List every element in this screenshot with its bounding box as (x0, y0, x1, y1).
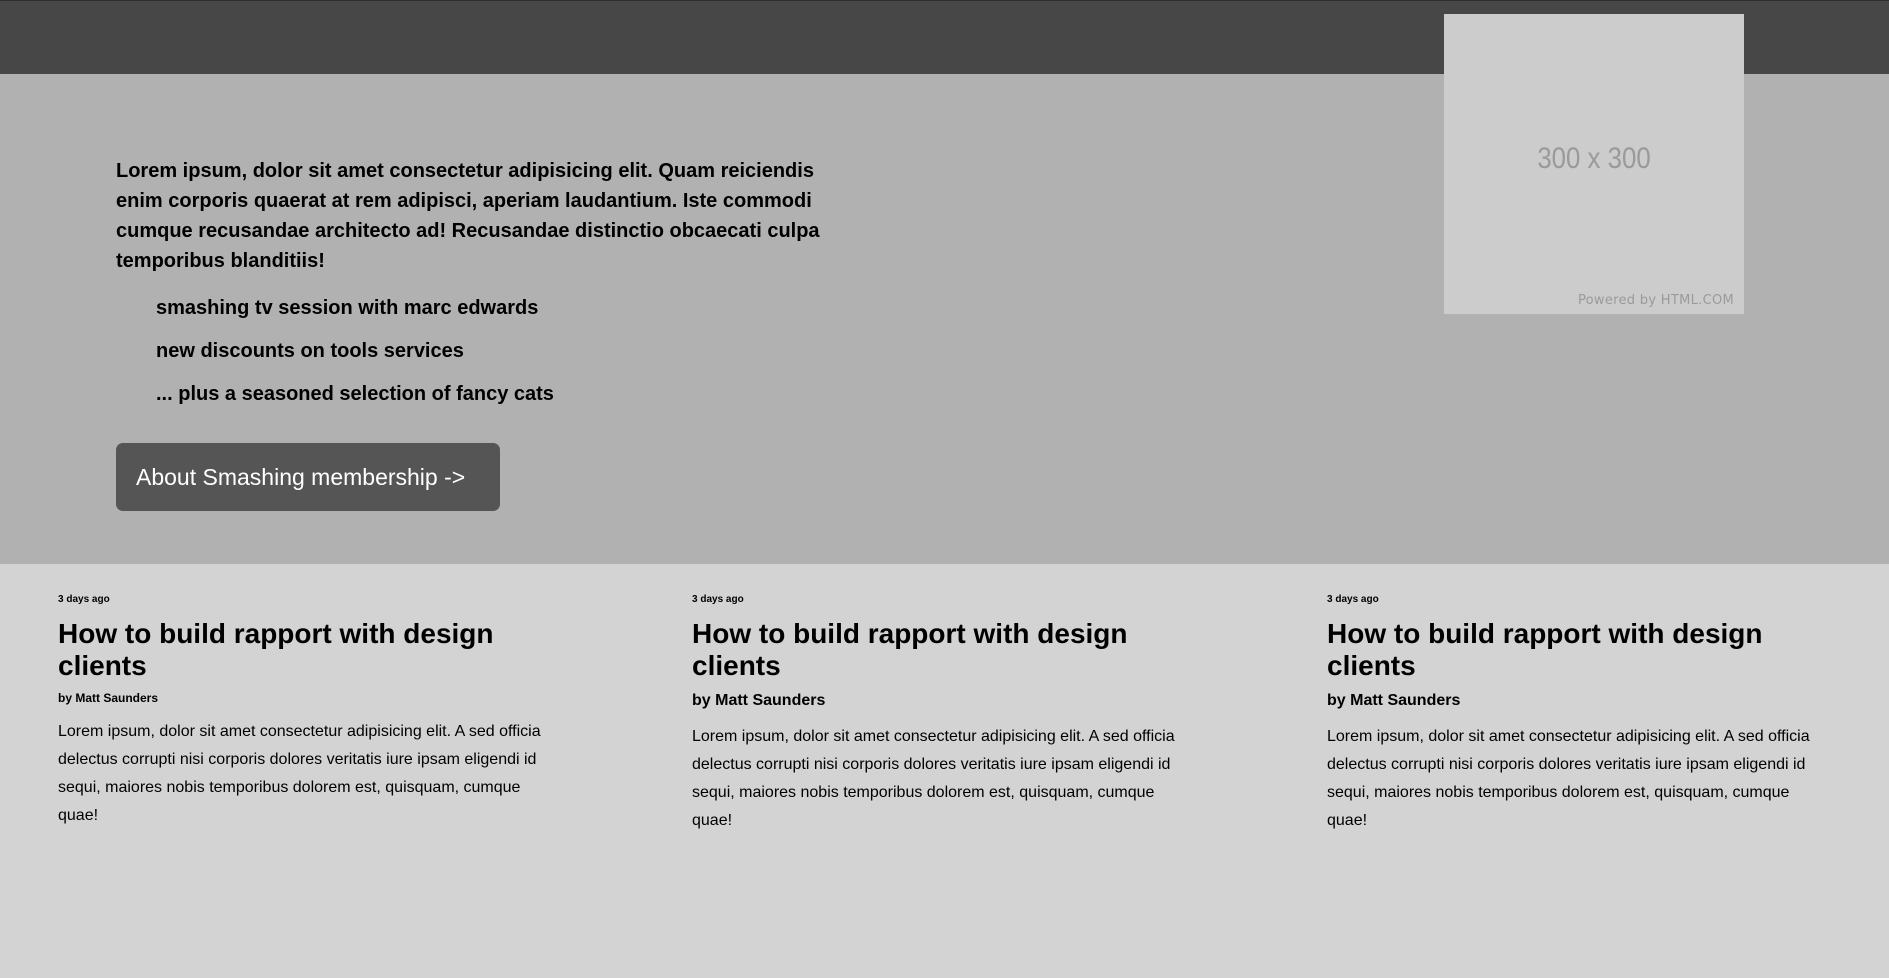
article-card: 3 days ago How to build rapport with des… (1327, 594, 1827, 835)
article-date: 3 days ago (58, 594, 110, 605)
hero-intro-text: Lorem ipsum, dolor sit amet consectetur … (116, 160, 820, 272)
hero-list-item: ... plus a seasoned selection of fancy c… (156, 383, 554, 405)
placeholder-powered-label: Powered by HTML.COM (1577, 293, 1734, 308)
article-excerpt: Lorem ipsum, dolor sit amet consectetur … (58, 723, 541, 824)
hero-list-item: smashing tv session with marc edwards (156, 297, 539, 319)
article-author: by Matt Saunders (58, 691, 159, 705)
article-excerpt: Lorem ipsum, dolor sit amet consectetur … (1327, 728, 1810, 829)
article-author: by Matt Saunders (692, 692, 826, 709)
article-title[interactable]: How to build rapport with design clients (1327, 618, 1827, 682)
placeholder-image: 300 x 300 Powered by HTML.COM (1444, 14, 1744, 314)
article-excerpt: Lorem ipsum, dolor sit amet consectetur … (692, 728, 1175, 829)
article-card: 3 days ago How to build rapport with des… (692, 594, 1192, 835)
article-title[interactable]: How to build rapport with design clients (692, 618, 1192, 682)
article-author: by Matt Saunders (1327, 692, 1461, 709)
placeholder-size-label: 300 x 300 (1537, 142, 1651, 175)
hero-list-item: new discounts on tools services (156, 340, 464, 362)
article-date: 3 days ago (692, 594, 744, 605)
article-title[interactable]: How to build rapport with design clients (58, 618, 558, 682)
article-date: 3 days ago (1327, 594, 1379, 605)
about-membership-button[interactable]: About Smashing membership -> (116, 443, 500, 511)
hero-feature-list: smashing tv session with marc edwards ne… (156, 296, 554, 425)
article-card: 3 days ago How to build rapport with des… (58, 594, 558, 830)
